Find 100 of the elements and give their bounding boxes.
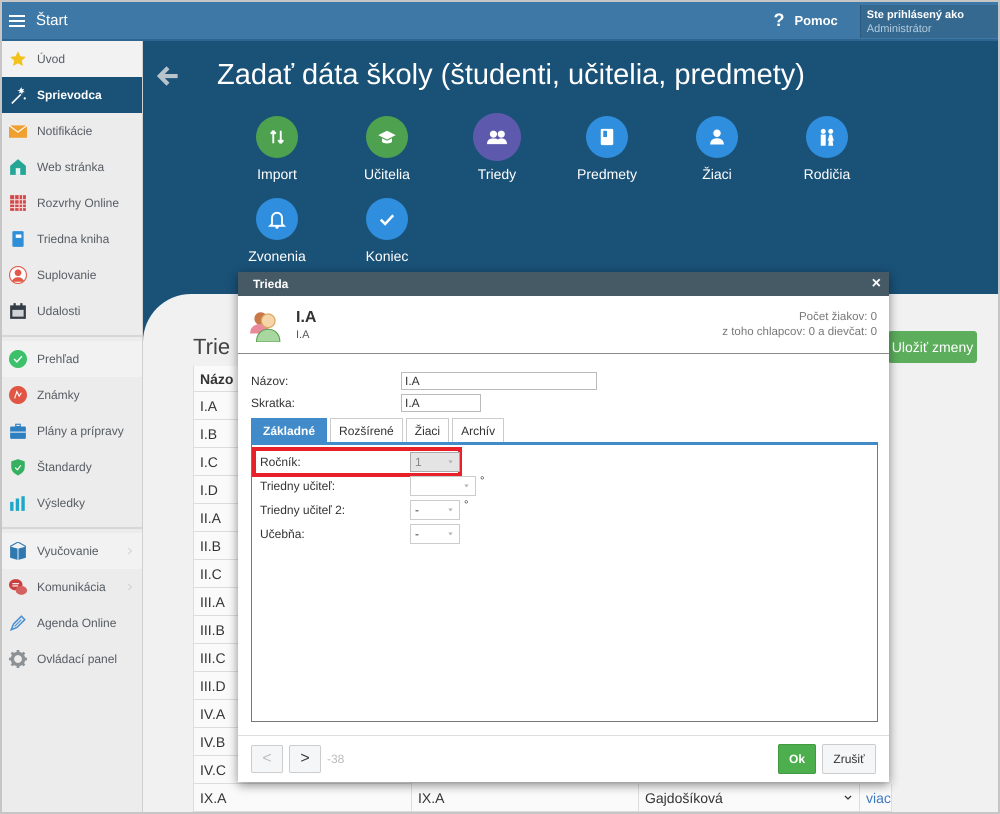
page-title: Zadať dáta školy (študenti, učitelia, predmety) — [217, 59, 805, 92]
sidebar-label: Plány a prípravy — [37, 424, 124, 438]
sidebar-item[interactable]: Suplovanie — [2, 257, 142, 293]
sidebar-label: Agenda Online — [37, 616, 116, 630]
sidebar-label: Prehľad — [37, 352, 80, 366]
sidebar-item[interactable]: Prehľad — [2, 341, 142, 377]
wizard-step[interactable]: Rodičia — [772, 108, 882, 182]
chat-bubbles-icon — [9, 578, 27, 596]
start-menu-button[interactable]: Štart — [2, 12, 68, 29]
calendar-icon — [9, 302, 27, 320]
dropdown[interactable]: - — [410, 524, 460, 544]
close-button[interactable]: × — [872, 275, 881, 293]
sidebar-item[interactable]: Rozvrhy Online — [2, 185, 142, 221]
sidebar-label: Notifikácie — [37, 124, 92, 138]
field-label: Triedny učiteľ: — [260, 479, 336, 493]
envelope-icon — [9, 122, 27, 140]
sidebar-item[interactable]: Triedna kniha — [2, 221, 142, 257]
sidebar-item[interactable]: Notifikácie — [2, 113, 142, 149]
wizard-step[interactable]: Zvonenia — [222, 190, 332, 264]
dialog-title: Trieda — [253, 277, 288, 291]
caret-down-icon — [462, 483, 471, 489]
student-count: Počet žiakov: 0 — [798, 310, 877, 324]
name-field[interactable]: I.A — [401, 372, 597, 390]
step-label: Rodičia — [804, 166, 850, 182]
sidebar-label: Udalosti — [37, 304, 80, 318]
required-mark: ° — [464, 499, 468, 511]
sidebar-label: Komunikácia — [37, 580, 106, 594]
table-cell: IX.A — [194, 784, 412, 812]
sidebar-item[interactable]: Udalosti — [2, 293, 142, 329]
menu-icon — [8, 12, 26, 28]
wizard-step[interactable]: Predmety — [552, 108, 662, 182]
caret-down-icon — [446, 459, 455, 465]
sidebar-item[interactable]: Známky — [2, 377, 142, 413]
sidebar-label: Úvod — [37, 52, 66, 66]
class-short-name: I.A — [296, 328, 310, 340]
sidebar-item[interactable]: Výsledky — [2, 485, 142, 521]
caret-down-icon — [446, 507, 455, 513]
help-link[interactable]: Pomoc — [794, 13, 838, 28]
sidebar-item[interactable]: Agenda Online — [2, 605, 142, 641]
back-arrow-icon — [157, 64, 179, 86]
tab[interactable]: Základné — [251, 418, 328, 442]
user-caption: Ste prihlásený ako — [866, 9, 964, 21]
sidebar-label: Vyučovanie — [37, 544, 99, 558]
student-count: z toho chlapcov: 0 a dievčat: 0 — [722, 324, 877, 340]
sidebar-item[interactable]: Web stránka — [2, 149, 142, 185]
briefcase-icon — [9, 422, 27, 440]
step-label: Zvonenia — [248, 248, 306, 264]
field-label: Ročník: — [260, 455, 302, 469]
sidebar-item[interactable]: Vyučovanie — [2, 533, 142, 569]
magic-wand-icon — [9, 86, 27, 104]
sidebar-item[interactable]: Plány a prípravy — [2, 413, 142, 449]
field-label: Názov: — [251, 374, 290, 388]
user-panel[interactable]: Ste prihlásený ako Administrátor — [860, 5, 998, 38]
sidebar-label: Sprievodca — [37, 88, 102, 102]
step-label: Import — [257, 166, 297, 182]
cancel-button[interactable]: Zrušiť — [822, 744, 876, 774]
house-icon — [9, 158, 27, 176]
pen-icon — [9, 614, 27, 632]
table-cell: IX.A — [412, 784, 639, 812]
class-name: I.A — [296, 308, 316, 326]
sidebar-item[interactable]: Úvod — [2, 41, 142, 77]
sidebar-item[interactable]: Štandardy — [2, 449, 142, 485]
section-title: Trie — [193, 334, 230, 360]
chevron-down-icon — [843, 794, 853, 802]
help-icon[interactable]: ? — [773, 10, 784, 31]
sidebar-label: Ovládací panel — [37, 652, 118, 666]
sidebar-label: Štandardy — [37, 460, 92, 474]
sidebar-item[interactable]: Sprievodca — [2, 77, 142, 113]
sidebar-item[interactable]: Ovládací panel — [2, 641, 142, 677]
tab[interactable]: Žiaci — [406, 418, 450, 442]
field-label: Skratka: — [251, 396, 296, 410]
person-icon — [9, 266, 27, 284]
next-button[interactable]: > — [289, 745, 321, 773]
dropdown[interactable]: - — [410, 500, 460, 520]
step-label: Koniec — [366, 248, 408, 264]
star-icon — [9, 50, 27, 68]
wizard-step[interactable]: Koniec — [332, 190, 442, 264]
sidebar-label: Známky — [37, 388, 80, 402]
step-label: Žiaci — [702, 166, 732, 182]
user-name: Administrátor — [866, 23, 933, 35]
sidebar-label: Rozvrhy Online — [37, 196, 120, 210]
short-name-field[interactable]: I.A — [401, 394, 481, 412]
wizard-step[interactable]: Žiaci — [662, 108, 772, 182]
wizard-step[interactable]: Import — [222, 108, 332, 182]
sidebar-label: Výsledky — [37, 496, 86, 510]
required-mark: ° — [480, 475, 484, 487]
calendar-icon — [9, 194, 27, 212]
dropdown[interactable] — [410, 476, 476, 496]
wizard-step[interactable]: Učitelia — [332, 108, 442, 182]
sidebar-item[interactable]: Komunikácia — [2, 569, 142, 605]
caret-down-icon — [446, 531, 455, 537]
sidebar-label: Suplovanie — [37, 268, 96, 282]
check-circle-icon — [9, 350, 27, 368]
tab[interactable]: Archív — [452, 418, 504, 442]
bar-chart-icon — [9, 494, 27, 512]
wizard-step[interactable]: Triedy — [442, 108, 552, 182]
tab[interactable]: Rozšírené — [330, 418, 403, 442]
sidebar-label: Web stránka — [37, 160, 104, 174]
grade-circle-icon — [9, 386, 27, 404]
step-label: Triedy — [478, 166, 516, 182]
